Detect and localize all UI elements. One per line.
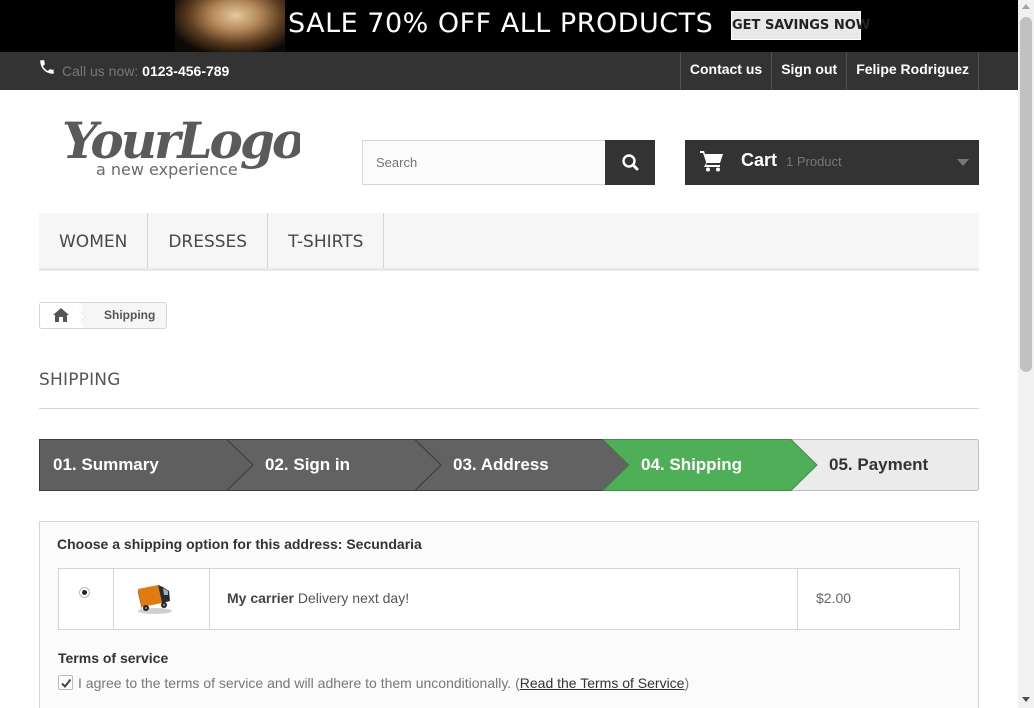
- cart-button[interactable]: Cart 1 Product: [685, 140, 979, 185]
- page-title: SHIPPING: [39, 370, 121, 390]
- cell-divider: [113, 569, 114, 629]
- truck-icon: [138, 585, 172, 614]
- menu-item-tshirts[interactable]: T-SHIRTS: [268, 213, 385, 268]
- search-field[interactable]: [362, 140, 606, 185]
- breadcrumb-current: Shipping: [104, 308, 156, 322]
- scroll-thumb[interactable]: [1020, 17, 1032, 372]
- scroll-up-arrow-icon[interactable]: [1022, 4, 1030, 9]
- top-nav-bar: Call us now: 0123-456-789 Contact us Sig…: [0, 52, 1018, 90]
- terms-link[interactable]: Read the Terms of Service: [520, 675, 685, 691]
- call-us-label: Call us now:: [62, 63, 139, 79]
- sign-out-link[interactable]: Sign out: [771, 52, 846, 90]
- step-summary[interactable]: 01. Summary: [53, 455, 159, 475]
- checkmark-icon: [61, 678, 72, 689]
- search-input[interactable]: [363, 141, 605, 184]
- cart-icon: [700, 151, 723, 172]
- banner-headline: SALE 70% OFF ALL PRODUCTS: [288, 8, 714, 39]
- get-savings-button[interactable]: GET SAVINGS NOW: [731, 11, 870, 40]
- checkout-steps: 01. Summary 02. Sign in 03. Address 04. …: [39, 439, 979, 491]
- step-payment: 05. Payment: [829, 455, 929, 474]
- site-logo[interactable]: YourLogo a new experience: [60, 110, 300, 182]
- carrier-delay: Delivery next day!: [297, 590, 410, 606]
- contact-us-link[interactable]: Contact us: [679, 52, 771, 90]
- phone-icon: [40, 60, 54, 74]
- logo-tagline: a new experience: [96, 160, 238, 179]
- banner-model-image: [175, 0, 285, 52]
- step-address[interactable]: 03. Address: [453, 455, 549, 475]
- phone-number: 0123-456-789: [142, 63, 230, 79]
- step-shipping: 04. Shipping: [641, 455, 743, 474]
- menu-item-women[interactable]: WOMEN: [39, 213, 149, 268]
- search-button[interactable]: [605, 140, 655, 185]
- cell-divider: [797, 569, 798, 629]
- scroll-down-arrow-icon[interactable]: [1022, 697, 1030, 702]
- menu-item-dresses[interactable]: DRESSES: [148, 213, 269, 268]
- carrier-radio[interactable]: [79, 587, 90, 598]
- heading-divider: [39, 408, 979, 409]
- call-us-text: Call us now: 0123-456-789: [62, 63, 229, 79]
- cart-count: 1 Product: [786, 154, 842, 169]
- main-menu: WOMEN DRESSES T-SHIRTS: [39, 213, 979, 271]
- search-icon: [622, 154, 639, 171]
- shipping-option-label: Choose a shipping option for this addres…: [57, 536, 422, 552]
- account-name-link[interactable]: Felipe Rodriguez: [846, 52, 979, 90]
- terms-agree-text: I agree to the terms of service and will…: [78, 675, 690, 691]
- breadcrumb-separator: [76, 310, 86, 324]
- promo-banner[interactable]: SALE 70% OFF ALL PRODUCTS GET SAVINGS NO…: [0, 0, 1018, 52]
- carrier-description: My carrier Delivery next day!: [227, 590, 409, 606]
- caret-down-icon: [957, 159, 969, 166]
- terms-checkbox[interactable]: [58, 675, 73, 690]
- terms-agree-label: I agree to the terms of service and will…: [78, 675, 512, 691]
- terms-title: Terms of service: [58, 650, 169, 666]
- breadcrumb: Shipping: [39, 302, 167, 329]
- cell-divider: [209, 569, 210, 629]
- page-scrollbar[interactable]: [1018, 0, 1034, 708]
- carrier-price: $2.00: [816, 590, 852, 606]
- step-sign-in[interactable]: 02. Sign in: [265, 455, 350, 475]
- home-icon: [53, 308, 69, 322]
- carrier-row[interactable]: My carrier Delivery next day! $2.00: [58, 568, 960, 630]
- account-links: Contact us Sign out Felipe Rodriguez: [679, 52, 979, 90]
- cart-label: Cart: [741, 150, 778, 170]
- carrier-name: My carrier: [227, 590, 294, 606]
